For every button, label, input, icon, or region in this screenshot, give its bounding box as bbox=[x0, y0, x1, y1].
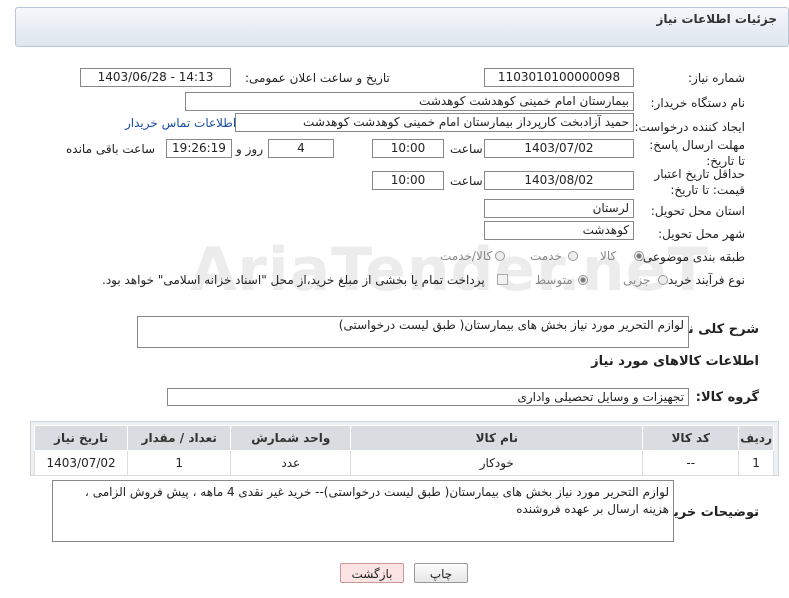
province-label: استان محل تحویل: bbox=[650, 204, 745, 218]
need-number-label: شماره نیاز: bbox=[688, 71, 745, 85]
treasury-payment-checkbox[interactable] bbox=[497, 274, 508, 285]
category-both-label: کالا/خدمت bbox=[440, 249, 493, 263]
deadline-time-label: ساعت bbox=[450, 142, 483, 156]
remaining-time-field: 19:26:19 bbox=[166, 139, 232, 158]
panel-title: جزئیات اطلاعات نیاز bbox=[656, 12, 777, 26]
cell-date: 1403/07/02 bbox=[33, 450, 129, 476]
process-medium-radio[interactable] bbox=[578, 275, 588, 285]
cell-name: خودکار bbox=[350, 450, 644, 476]
back-button[interactable]: بازگشت bbox=[340, 563, 404, 583]
validity-label: حداقل تاریخ اعتبار قیمت: تا تاریخ: bbox=[654, 167, 745, 197]
buyer-notes-field: لوازم التحریر مورد نیاز بخش های بیمارستا… bbox=[52, 480, 674, 542]
days-label: روز و bbox=[236, 142, 263, 156]
requester-field: حمید آزادبخت کارپرداز بیمارستان امام خمی… bbox=[235, 113, 634, 132]
cell-code: -- bbox=[642, 450, 740, 476]
col-name-header: نام کالا bbox=[350, 425, 644, 451]
goods-group-label: گروه کالا: bbox=[695, 390, 759, 405]
description-field: لوازم التحریر مورد نیاز بخش های بیمارستا… bbox=[137, 316, 689, 348]
table-header-row: ردیف کد کالا نام کالا واحد شمارش تعداد /… bbox=[33, 425, 774, 451]
requester-label: ایجاد کننده درخواست: bbox=[634, 120, 745, 134]
cell-unit: عدد bbox=[230, 450, 352, 476]
process-label: نوع فرآیند خرید : bbox=[660, 273, 745, 287]
col-unit-header: واحد شمارش bbox=[230, 425, 352, 451]
remaining-label: ساعت باقی مانده bbox=[66, 142, 156, 156]
validity-date-field: 1403/08/02 bbox=[484, 171, 634, 190]
announce-field: 1403/06/28 - 14:13 bbox=[80, 68, 231, 87]
treasury-payment-note: پرداخت تمام یا بخشی از مبلغ خرید،از محل … bbox=[102, 273, 485, 287]
cell-row: 1 bbox=[738, 450, 774, 476]
goods-table: ردیف کد کالا نام کالا واحد شمارش تعداد /… bbox=[33, 425, 774, 476]
col-date-header: تاریخ نیاز bbox=[33, 425, 129, 451]
category-service-label: خدمت bbox=[530, 249, 562, 263]
goods-info-title: اطلاعات کالاهای مورد نیاز bbox=[591, 354, 759, 369]
watermark: AriaTender.neT bbox=[190, 235, 710, 305]
buyer-org-field: بیمارستان امام خمینی کوهدشت کوهدشت bbox=[185, 92, 634, 111]
cell-qty: 1 bbox=[127, 450, 232, 476]
print-button[interactable]: چاپ bbox=[414, 563, 468, 583]
deadline-date-field: 1403/07/02 bbox=[484, 139, 634, 158]
buyer-contact-link[interactable]: اطلاعات تماس خریدار bbox=[125, 116, 236, 130]
category-both-radio[interactable] bbox=[495, 251, 505, 261]
col-row-header: ردیف bbox=[738, 425, 774, 451]
deadline-label: مهلت ارسال پاسخ: تا تاریخ: bbox=[649, 138, 745, 168]
city-field: کوهدشت bbox=[484, 221, 634, 240]
process-minor-label: جزیی bbox=[623, 273, 651, 287]
category-goods-radio[interactable] bbox=[634, 251, 644, 261]
category-goods-label: کالا bbox=[600, 249, 617, 263]
col-qty-header: تعداد / مقدار bbox=[127, 425, 232, 451]
days-field: 4 bbox=[268, 139, 334, 158]
province-field: لرستان bbox=[484, 199, 634, 218]
col-code-header: کد کالا bbox=[642, 425, 740, 451]
table-row: 1 -- خودکار عدد 1 1403/07/02 bbox=[33, 450, 774, 476]
need-number-field: 1103010100000098 bbox=[484, 68, 634, 87]
announce-label: تاریخ و ساعت اعلان عمومی: bbox=[245, 71, 390, 85]
process-medium-label: متوسط bbox=[535, 273, 573, 287]
city-label: شهر محل تحویل: bbox=[658, 227, 745, 241]
deadline-time-field: 10:00 bbox=[372, 139, 444, 158]
category-service-radio[interactable] bbox=[568, 251, 578, 261]
validity-time-label: ساعت bbox=[450, 174, 483, 188]
process-minor-radio[interactable] bbox=[658, 275, 668, 285]
validity-time-field: 10:00 bbox=[372, 171, 444, 190]
buyer-org-label: نام دستگاه خریدار: bbox=[650, 96, 746, 110]
category-label: طبقه بندی موضوعی: bbox=[638, 250, 745, 264]
goods-group-field: تجهیزات و وسایل تحصیلی واداری bbox=[167, 388, 689, 406]
